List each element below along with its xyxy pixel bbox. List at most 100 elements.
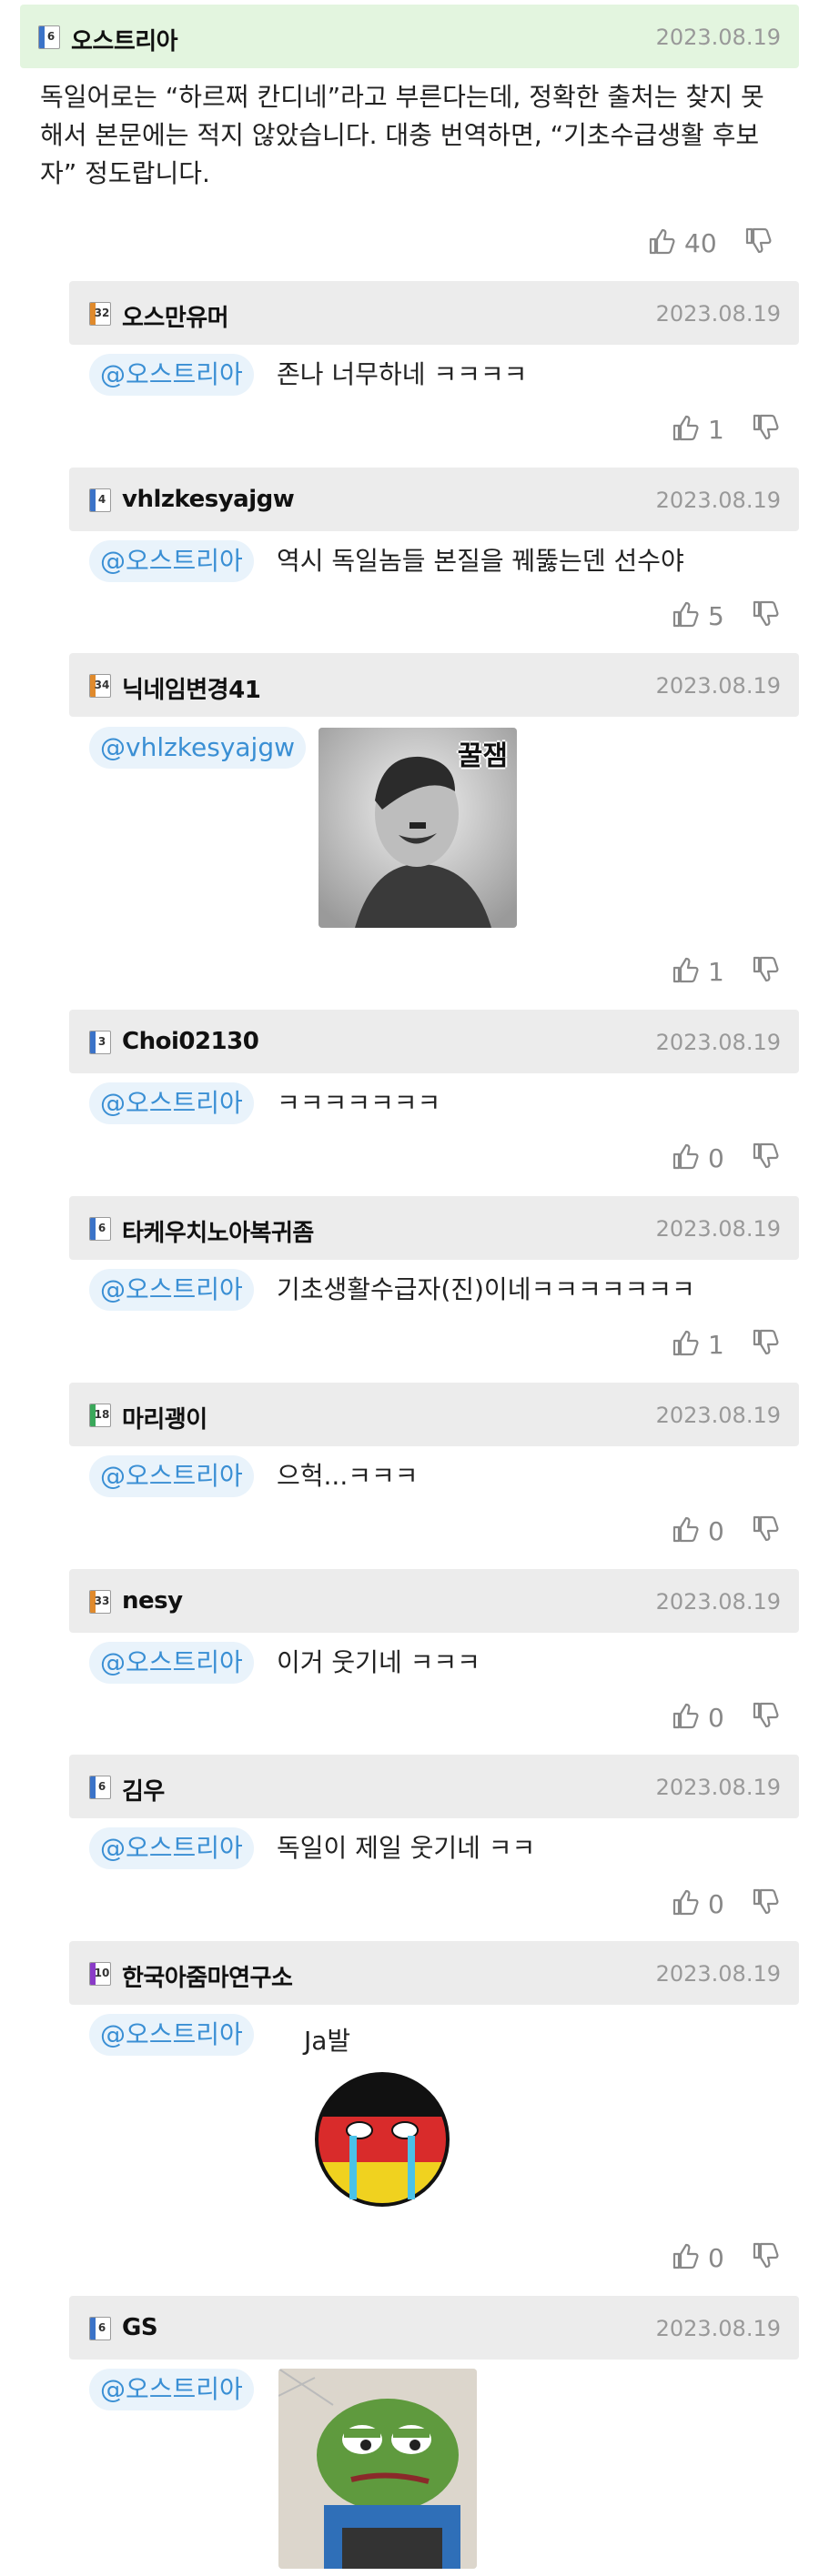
comment-date: 2023.08.19	[655, 1216, 781, 1242]
thumbs-up-icon[interactable]	[672, 599, 701, 632]
like-count: 1	[708, 956, 724, 987]
level-badge: 18	[89, 1404, 111, 1427]
thumbs-down-icon[interactable]	[752, 1142, 781, 1174]
vote-bar: 1	[672, 1326, 781, 1363]
comment-date: 2023.08.19	[655, 1403, 781, 1428]
like-count: 40	[684, 227, 717, 258]
reply-header: 6 김우 2023.08.19	[69, 1755, 799, 1818]
mention-tag[interactable]: @오스트리아	[89, 1455, 254, 1497]
like-count: 1	[708, 1329, 724, 1360]
author-name[interactable]: Choi02130	[122, 1028, 259, 1055]
author-name[interactable]: 김우	[122, 1773, 165, 1806]
reply-image[interactable]: 꿀잼	[318, 728, 517, 928]
comment-body-line: 자” 정도랍니다.	[40, 158, 210, 188]
comment-body-line: 해서 본문에는 적지 않았습니다. 대충 번역하면, “기초수급생활 후보	[40, 120, 760, 150]
thumbs-up-icon[interactable]	[672, 955, 701, 988]
reply-header: 34 닉네임변경41 2023.08.19	[69, 653, 799, 717]
level-badge: 6	[89, 2317, 111, 2340]
reply-header: 10 한국아줌마연구소 2023.08.19	[69, 1941, 799, 2005]
reply-text: 기초생활수급자(진)이네ㅋㅋㅋㅋㅋㅋㅋ	[277, 1274, 695, 1304]
reply-text: ㅋㅋㅋㅋㅋㅋㅋ	[277, 1088, 441, 1118]
reply-text: 이거 웃기네 ㅋㅋㅋ	[277, 1647, 480, 1677]
mention-tag[interactable]: @오스트리아	[89, 1827, 254, 1869]
vote-bar: 0	[672, 1886, 781, 1922]
level-badge: 3	[89, 1031, 111, 1054]
thumbs-down-icon[interactable]	[752, 413, 781, 446]
like-count: 0	[708, 1515, 724, 1546]
reply-text: 존나 너무하네 ㅋㅋㅋㅋ	[277, 359, 528, 389]
thumbs-up-icon[interactable]	[648, 226, 677, 259]
thumbs-down-icon[interactable]	[752, 1887, 781, 1920]
reply-text: 역시 독일놈들 본질을 꿰뚫는덴 선수야	[277, 546, 684, 576]
comment-body: 독일어로는 “하르쩌 칸디네”라고 부른다는데, 정확한 출처는 찾지 못 해서…	[40, 78, 786, 193]
thumbs-up-icon[interactable]	[672, 1887, 701, 1920]
comment-date: 2023.08.19	[655, 1775, 781, 1800]
comment-date: 2023.08.19	[655, 25, 781, 50]
vote-bar: 1	[672, 953, 781, 990]
mention-tag[interactable]: @오스트리아	[89, 354, 254, 396]
mention-tag[interactable]: @vhlzkesyajgw	[89, 727, 307, 769]
thumbs-down-icon[interactable]	[752, 1328, 781, 1361]
vote-bar: 0	[672, 2239, 781, 2276]
mention-tag[interactable]: @오스트리아	[89, 2369, 254, 2410]
like-count: 0	[708, 1142, 724, 1173]
thumbs-down-icon[interactable]	[752, 1514, 781, 1547]
comment-date: 2023.08.19	[655, 1961, 781, 1987]
mention-tag[interactable]: @오스트리아	[89, 2014, 254, 2056]
sad-frog-image	[278, 2369, 477, 2569]
author-name[interactable]: 한국아줌마연구소	[122, 1959, 293, 1993]
thumbs-down-icon[interactable]	[744, 226, 774, 259]
comment-date: 2023.08.19	[655, 488, 781, 513]
level-badge: 34	[89, 674, 111, 698]
author-name[interactable]: 타케우치노아복귀좀	[122, 1214, 314, 1248]
mention-tag[interactable]: @오스트리아	[89, 1082, 254, 1124]
reply-header: 4 vhlzkesyajgw 2023.08.19	[69, 468, 799, 531]
level-badge: 6	[89, 1217, 111, 1241]
mention-tag[interactable]: @오스트리아	[89, 1642, 254, 1684]
like-count: 5	[708, 600, 724, 631]
vote-bar: 1	[672, 411, 781, 448]
thumbs-down-icon[interactable]	[752, 599, 781, 632]
comment-date: 2023.08.19	[655, 301, 781, 327]
image-caption: 꿀잼	[457, 740, 508, 772]
author-name[interactable]: 마리괭이	[122, 1401, 207, 1434]
author-name[interactable]: 닉네임변경41	[122, 671, 261, 705]
level-badge: 33	[89, 1590, 111, 1614]
vote-bar: 40	[648, 225, 774, 261]
thumbs-down-icon[interactable]	[752, 955, 781, 988]
thumbs-up-icon[interactable]	[672, 1701, 701, 1734]
thumbs-up-icon[interactable]	[672, 2241, 701, 2274]
reply-image[interactable]	[278, 2369, 477, 2569]
like-count: 0	[708, 1888, 724, 1919]
level-badge: 4	[89, 488, 111, 512]
thumbs-up-icon[interactable]	[672, 413, 701, 446]
level-badge: 32	[89, 302, 111, 326]
comment-date: 2023.08.19	[655, 1589, 781, 1615]
mention-tag[interactable]: @오스트리아	[89, 540, 254, 582]
thumbs-up-icon[interactable]	[672, 1514, 701, 1547]
author-name[interactable]: nesy	[122, 1587, 183, 1615]
thumbs-down-icon[interactable]	[752, 1701, 781, 1734]
vote-bar: 0	[672, 1140, 781, 1176]
reply-text: 으헉...ㅋㅋㅋ	[277, 1461, 419, 1491]
like-count: 0	[708, 1702, 724, 1733]
reply-header: 32 오스만유머 2023.08.19	[69, 281, 799, 345]
author-name[interactable]: 오스트리아	[71, 23, 178, 56]
mention-tag[interactable]: @오스트리아	[89, 1269, 254, 1311]
thumbs-down-icon[interactable]	[752, 2241, 781, 2274]
comment-date: 2023.08.19	[655, 673, 781, 699]
vote-bar: 0	[672, 1513, 781, 1549]
reply-image[interactable]: Ja발	[291, 2021, 482, 2221]
author-name[interactable]: GS	[122, 2314, 158, 2341]
reply-header: 3 Choi02130 2023.08.19	[69, 1010, 799, 1073]
author-name[interactable]: 오스만유머	[122, 299, 229, 333]
thumbs-up-icon[interactable]	[672, 1328, 701, 1361]
comment-date: 2023.08.19	[655, 2316, 781, 2341]
comment-body-line: 독일어로는 “하르쩌 칸디네”라고 부른다는데, 정확한 출처는 찾지 못	[40, 82, 764, 112]
thumbs-up-icon[interactable]	[672, 1142, 701, 1174]
comment-date: 2023.08.19	[655, 1030, 781, 1055]
author-name[interactable]: vhlzkesyajgw	[122, 486, 295, 513]
like-count: 0	[708, 2242, 724, 2273]
reply-header: 18 마리괭이 2023.08.19	[69, 1383, 799, 1446]
level-badge: 6	[89, 1776, 111, 1799]
